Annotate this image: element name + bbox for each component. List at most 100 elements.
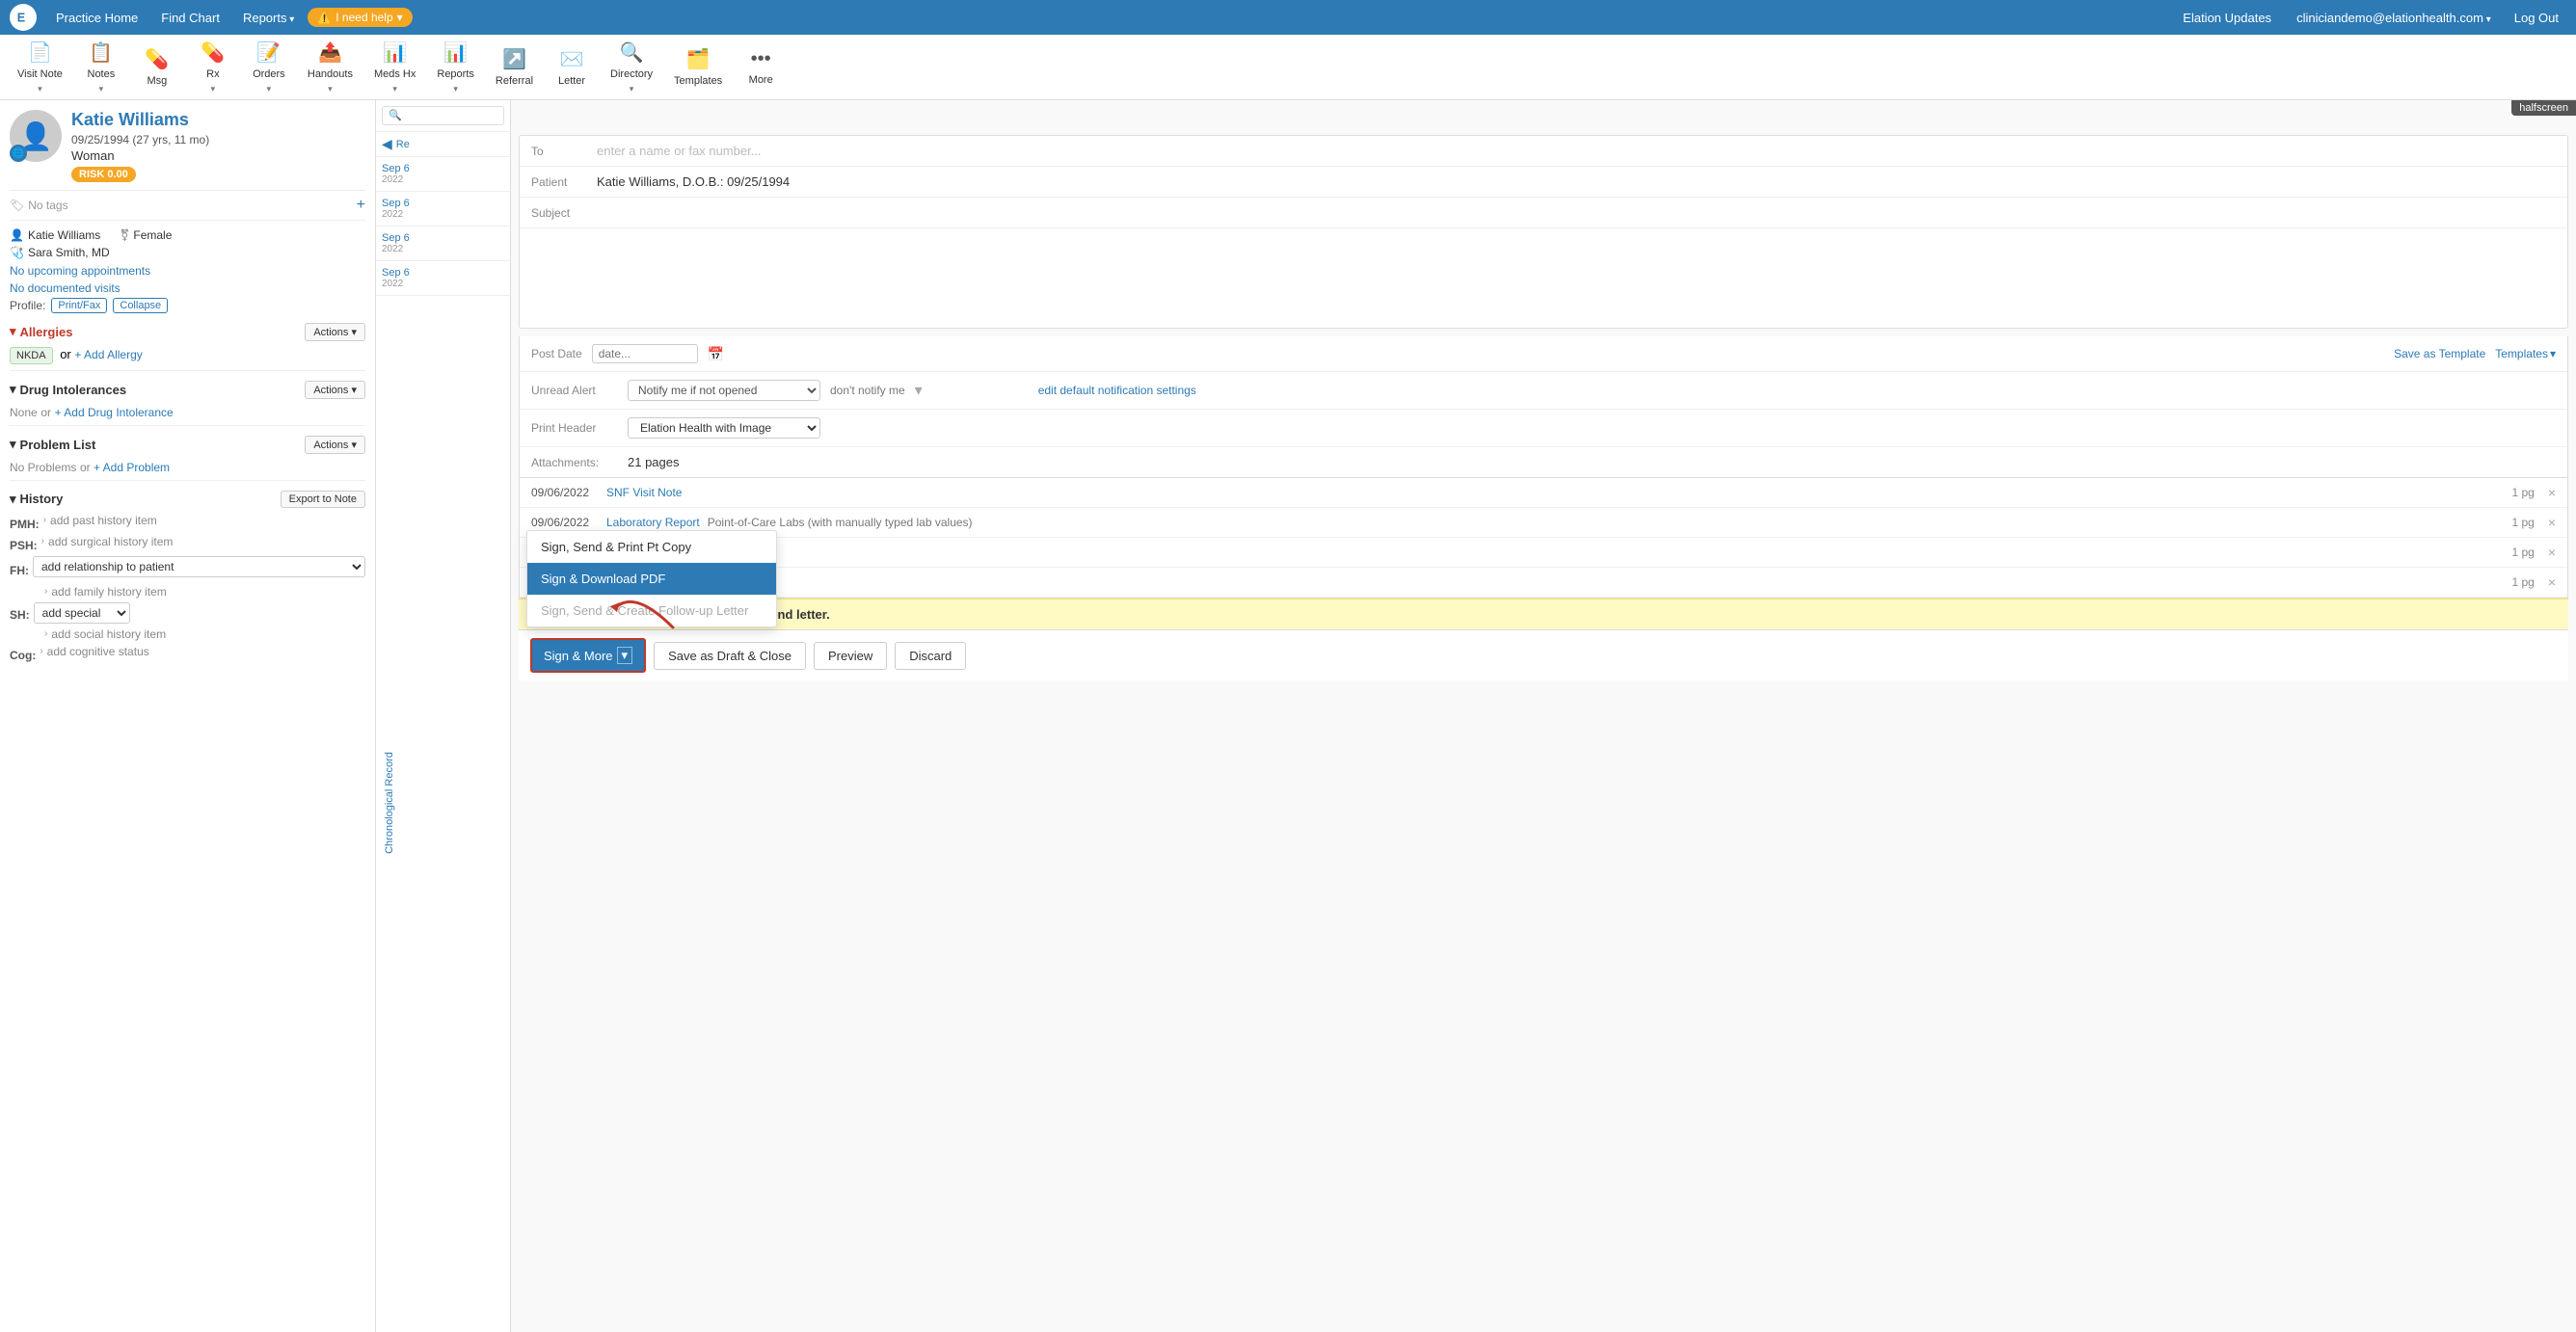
- chevron-down-icon: ▾: [211, 84, 216, 94]
- arrow-icon: ›: [41, 536, 44, 546]
- chevron-down-icon: ▾: [397, 11, 403, 24]
- print-header-select[interactable]: Elation Health with Image: [628, 417, 820, 439]
- top-navigation: E Practice Home Find Chart Reports ⚠️ I …: [0, 0, 2576, 35]
- add-allergy-link[interactable]: + Add Allergy: [74, 348, 142, 361]
- toolbar-letter[interactable]: ✉️ Letter: [545, 40, 599, 95]
- profile-label: Profile:: [10, 299, 45, 312]
- body-textarea[interactable]: [520, 228, 2567, 325]
- problem-list-actions-button[interactable]: Actions ▾: [305, 436, 365, 454]
- attachments-row: Attachments: 21 pages: [519, 447, 2568, 478]
- halfscreen-badge[interactable]: halfscreen: [2511, 100, 2576, 116]
- att-date-2: 09/06/2022: [531, 516, 599, 529]
- nav-reports[interactable]: Reports: [233, 7, 304, 29]
- chrono-search-input[interactable]: [382, 106, 504, 125]
- discard-button[interactable]: Discard: [895, 642, 966, 670]
- att-desc-2: Point-of-Care Labs (with manually typed …: [708, 516, 2505, 529]
- preview-button[interactable]: Preview: [814, 642, 887, 670]
- chrono-entry-1[interactable]: Sep 6 2022: [376, 157, 510, 192]
- close-icon-2[interactable]: ×: [2548, 515, 2556, 530]
- to-row: To: [520, 136, 2567, 167]
- problem-list-title[interactable]: ▾ Problem List: [10, 437, 95, 452]
- att-date: 09/06/2022: [531, 486, 599, 499]
- chrono-entry-2[interactable]: Sep 6 2022: [376, 192, 510, 226]
- chrono-vertical-label: Chronological Record: [384, 753, 395, 855]
- print-fax-link[interactable]: Print/Fax: [51, 298, 107, 313]
- calendar-icon[interactable]: 📅: [708, 346, 724, 362]
- tag-icon: 🏷: [10, 199, 24, 212]
- sign-send-print-item[interactable]: Sign, Send & Print Pt Copy: [527, 531, 776, 563]
- allergies-actions-button[interactable]: Actions ▾: [305, 323, 365, 341]
- add-problem-link[interactable]: + Add Problem: [94, 461, 170, 474]
- notes-icon: 📋: [89, 40, 113, 65]
- drug-intolerances-actions-button[interactable]: Actions ▾: [305, 381, 365, 399]
- patient-dob: 09/25/1994 (27 yrs, 11 mo): [71, 133, 209, 147]
- nav-elation-updates[interactable]: Elation Updates: [2173, 7, 2281, 29]
- re-label[interactable]: Re: [396, 139, 410, 150]
- toolbar-more[interactable]: ••• More: [734, 40, 788, 95]
- sh-type-select[interactable]: add special: [34, 602, 130, 624]
- templates-link[interactable]: Templates ▾: [2495, 347, 2556, 360]
- allergies-title[interactable]: ▾ Allergies: [10, 324, 72, 339]
- toolbar-orders[interactable]: 📝 Orders ▾: [242, 40, 296, 95]
- nav-find-chart[interactable]: Find Chart: [151, 7, 229, 29]
- toolbar-directory[interactable]: 🔍 Directory ▾: [601, 40, 662, 95]
- close-icon-1[interactable]: ×: [2548, 485, 2556, 500]
- nav-practice-home[interactable]: Practice Home: [46, 7, 148, 29]
- save-draft-close-button[interactable]: Save as Draft & Close: [654, 642, 806, 670]
- add-social-history-item[interactable]: › add social history item: [44, 627, 365, 641]
- sign-download-pdf-item[interactable]: Sign & Download PDF: [527, 563, 776, 595]
- collapse-arrow-button[interactable]: ◀: [382, 136, 392, 152]
- add-surgical-history-item[interactable]: › add surgical history item: [41, 535, 174, 548]
- stethoscope-icon: 🩺: [10, 246, 24, 259]
- app-logo[interactable]: E: [10, 4, 37, 31]
- templates-icon: 🗂️: [686, 47, 711, 71]
- more-icon: •••: [751, 48, 771, 70]
- drug-intolerances-title[interactable]: ▾ Drug Intolerances: [10, 382, 126, 397]
- appointments-row: No upcoming appointments: [10, 263, 365, 278]
- subject-row: Subject: [520, 198, 2567, 228]
- collapse-link[interactable]: Collapse: [113, 298, 168, 313]
- appointments-link[interactable]: No upcoming appointments: [10, 264, 150, 278]
- notify-select[interactable]: Notify me if not opened: [628, 380, 820, 401]
- history-title[interactable]: ▾ History: [10, 492, 63, 507]
- toolbar-templates[interactable]: 🗂️ Templates: [664, 40, 732, 95]
- drug-intolerances-section-header: ▾ Drug Intolerances Actions ▾: [10, 381, 365, 399]
- att-link-1[interactable]: SNF Visit Note: [606, 486, 682, 499]
- close-icon-3[interactable]: ×: [2548, 545, 2556, 560]
- visits-link[interactable]: No documented visits: [10, 281, 121, 295]
- edit-notification-settings-link[interactable]: edit default notification settings: [1038, 384, 1196, 397]
- att-pages-4: 1 pg: [2511, 575, 2534, 589]
- add-past-history-item[interactable]: › add past history item: [43, 514, 157, 527]
- toolbar-handouts[interactable]: 📤 Handouts ▾: [298, 40, 362, 95]
- add-drug-intolerance-link[interactable]: + Add Drug Intolerance: [55, 406, 174, 419]
- add-family-history-item[interactable]: › add family history item: [44, 585, 365, 599]
- nav-user-email[interactable]: cliniciandemo@elationhealth.com: [2287, 7, 2501, 29]
- help-button[interactable]: ⚠️ I need help ▾: [308, 8, 412, 27]
- subject-input[interactable]: [597, 205, 2556, 220]
- top-nav-right: Elation Updates cliniciandemo@elationhea…: [2173, 7, 2566, 29]
- chrono-entry-3[interactable]: Sep 6 2022: [376, 226, 510, 261]
- toolbar-msg[interactable]: 💊 Msg: [130, 40, 184, 95]
- add-tag-button[interactable]: +: [357, 197, 365, 214]
- fh-relationship-select[interactable]: add relationship to patient: [33, 556, 365, 577]
- close-icon-4[interactable]: ×: [2548, 574, 2556, 590]
- toolbar-notes[interactable]: 📋 Notes ▾: [74, 40, 128, 95]
- psh-row: PSH: › add surgical history item: [10, 535, 365, 552]
- post-date-input[interactable]: [592, 344, 698, 363]
- to-input[interactable]: [597, 144, 2556, 158]
- letter-fax-panel: halfscreen To Patient Katie Williams, D.…: [511, 100, 2576, 1332]
- sign-more-button[interactable]: Sign & More ▾: [530, 638, 646, 673]
- add-cognitive-status[interactable]: › add cognitive status: [40, 645, 148, 658]
- logout-button[interactable]: Log Out: [2507, 7, 2566, 29]
- toolbar-visit-note[interactable]: 📄 Visit Note ▾: [8, 40, 72, 95]
- att-link-2[interactable]: Laboratory Report: [606, 516, 700, 529]
- toolbar-rx[interactable]: 💊 Rx ▾: [186, 40, 240, 95]
- toolbar-reports[interactable]: 📊 Reports ▾: [427, 40, 484, 95]
- export-to-note-button[interactable]: Export to Note: [281, 491, 365, 508]
- toolbar-referral[interactable]: ↗️ Referral: [486, 40, 543, 95]
- patient-avatar: 👤 🌐: [10, 110, 62, 162]
- chrono-entry-4[interactable]: Sep 6 2022: [376, 261, 510, 296]
- toolbar-meds-hx[interactable]: 📊 Meds Hx ▾: [364, 40, 425, 95]
- save-template-link[interactable]: Save as Template: [2394, 347, 2485, 360]
- psh-label: PSH:: [10, 539, 38, 552]
